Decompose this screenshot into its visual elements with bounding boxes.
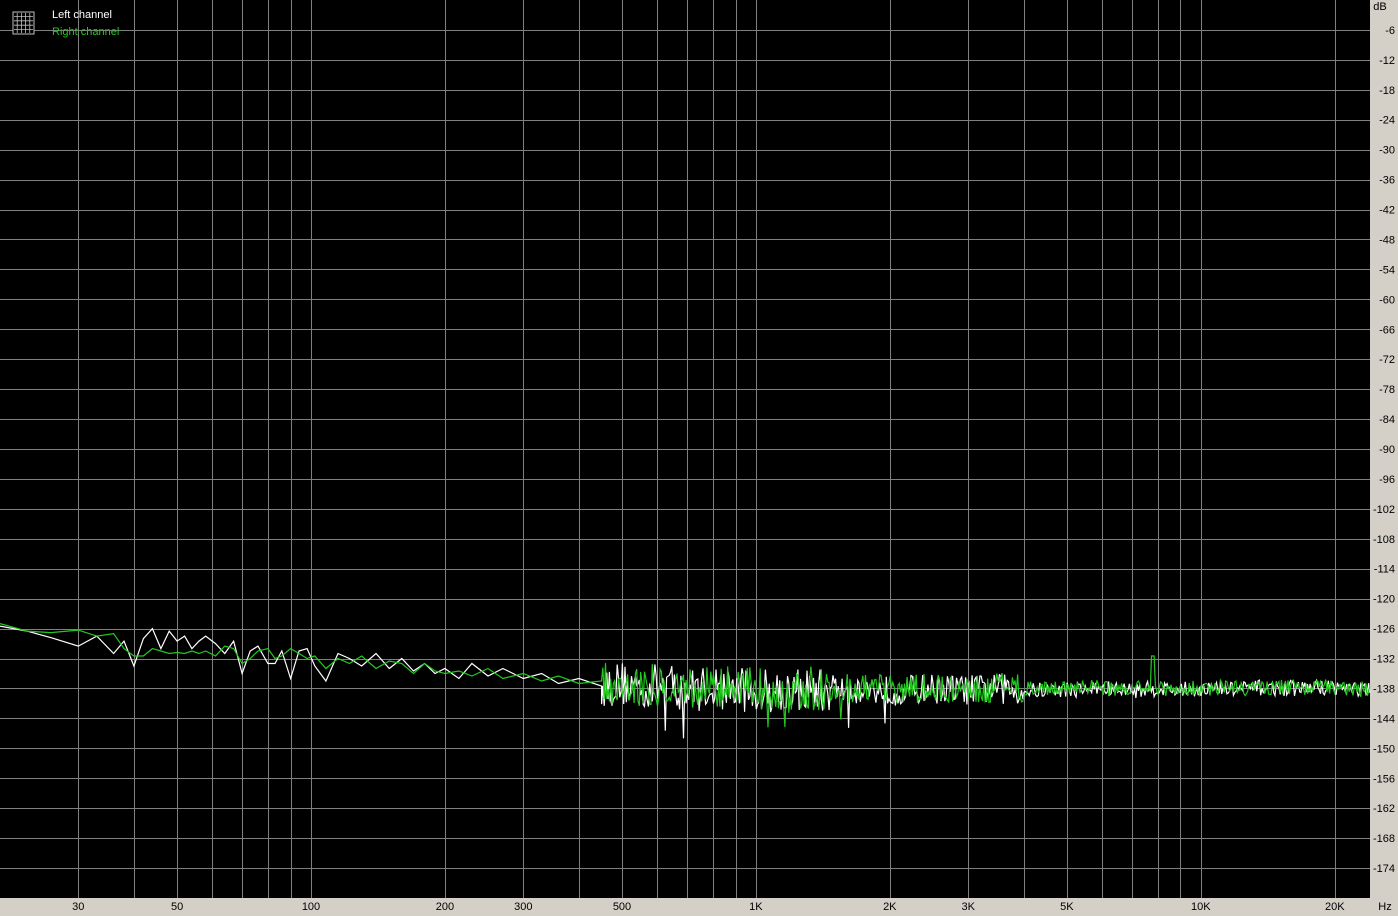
y-tick-label: -66 bbox=[1379, 324, 1395, 336]
x-tick-label: 200 bbox=[436, 901, 454, 913]
y-tick-label: -90 bbox=[1379, 444, 1395, 456]
x-tick-label: 50 bbox=[171, 901, 183, 913]
y-tick-label: -36 bbox=[1379, 175, 1395, 187]
legend-label-left-channel: Left channel bbox=[52, 9, 112, 21]
y-tick-label: -120 bbox=[1373, 594, 1395, 606]
y-unit-label: dB bbox=[1373, 1, 1386, 13]
y-tick-label: -150 bbox=[1373, 743, 1395, 755]
y-tick-label: -48 bbox=[1379, 235, 1395, 247]
x-tick-label: 2K bbox=[883, 901, 897, 913]
y-tick-label: -42 bbox=[1379, 205, 1395, 217]
y-tick-label: -156 bbox=[1373, 773, 1395, 785]
x-tick-label: 500 bbox=[613, 901, 631, 913]
y-tick-label: -60 bbox=[1379, 294, 1395, 306]
y-tick-label: -30 bbox=[1379, 145, 1395, 157]
x-tick-label: 1K bbox=[749, 901, 763, 913]
y-tick-label: -114 bbox=[1374, 564, 1395, 576]
y-tick-label: -72 bbox=[1379, 354, 1395, 366]
legend-icon-frame bbox=[12, 11, 35, 35]
y-tick-label: -138 bbox=[1373, 684, 1395, 696]
y-tick-label: -96 bbox=[1379, 474, 1395, 486]
y-tick-label: -102 bbox=[1373, 504, 1395, 516]
y-tick-label: -78 bbox=[1379, 384, 1395, 396]
y-tick-label: -12 bbox=[1379, 55, 1395, 67]
x-unit-label: Hz bbox=[1378, 901, 1391, 913]
x-tick-label: 5K bbox=[1060, 901, 1074, 913]
x-tick-label: 100 bbox=[302, 901, 320, 913]
y-tick-label: -108 bbox=[1373, 534, 1395, 546]
x-tick-label: 3K bbox=[961, 901, 975, 913]
y-tick-label: -168 bbox=[1373, 833, 1395, 845]
y-tick-label: -132 bbox=[1373, 654, 1395, 666]
y-tick-label: -24 bbox=[1379, 115, 1395, 127]
y-tick-label: -18 bbox=[1379, 85, 1395, 97]
y-tick-label: -162 bbox=[1373, 803, 1395, 815]
spectrum-chart: 30 50 100 200 300 500 1K 2K 3K 5K 10K 20K Hz -6 -12 -18… bbox=[0, 0, 1395, 913]
y-tick-label: -54 bbox=[1379, 264, 1395, 276]
y-tick-label: -126 bbox=[1373, 624, 1395, 636]
legend-label-right-channel: Right channel bbox=[52, 26, 119, 38]
x-tick-label: 300 bbox=[514, 901, 532, 913]
x-tick-label: 20K bbox=[1325, 901, 1345, 913]
y-tick-label: -174 bbox=[1373, 863, 1395, 875]
y-tick-label: -144 bbox=[1373, 713, 1395, 725]
y-tick-label: -84 bbox=[1379, 414, 1395, 426]
x-tick-label: 30 bbox=[72, 901, 84, 913]
y-tick-label: -6 bbox=[1385, 25, 1395, 37]
x-tick-label: 10K bbox=[1191, 901, 1211, 913]
